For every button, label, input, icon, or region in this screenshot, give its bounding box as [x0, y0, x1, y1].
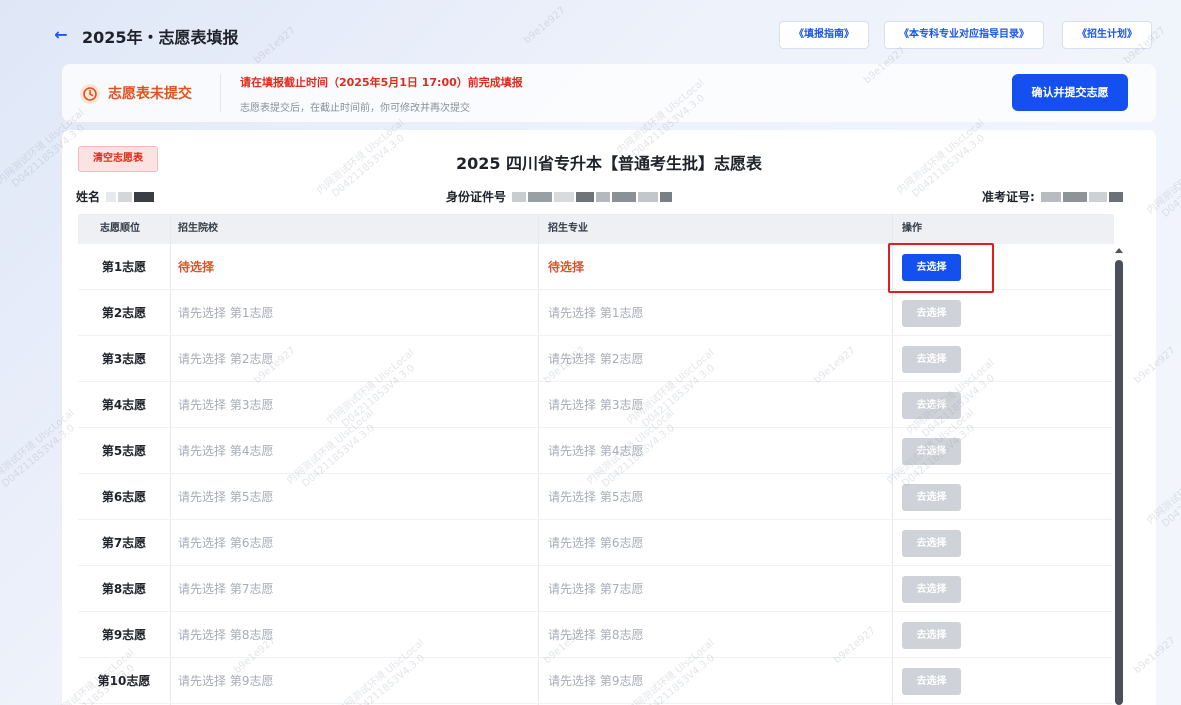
exam-number-label: 准考证号:: [982, 190, 1035, 204]
top-bar: ← 2025年・志愿表填报 《填报指南》 《本专科专业对应指导目录》 《招生计划…: [0, 0, 1181, 66]
page-title: 2025年・志愿表填报: [82, 28, 239, 47]
status-label: 志愿表未提交: [108, 86, 192, 102]
table-row: 第3志愿 请先选择 第2志愿 请先选择 第2志愿 去选择: [78, 336, 1114, 382]
major-cell: 待选择: [548, 260, 585, 274]
table-row: 第6志愿 请先选择 第5志愿 请先选择 第5志愿 去选择: [78, 474, 1114, 520]
submit-button[interactable]: 确认并提交志愿: [1012, 74, 1128, 111]
table-row: 第9志愿 请先选择 第8志愿 请先选择 第8志愿 去选择: [78, 612, 1114, 658]
table-row: 第2志愿 请先选择 第1志愿 请先选择 第1志愿 去选择: [78, 290, 1114, 336]
choose-button[interactable]: 去选择: [902, 668, 961, 695]
deadline-note: 志愿表提交后，在截止时间前，你可修改并再次提交: [240, 103, 470, 114]
guide-link[interactable]: 《填报指南》: [779, 21, 869, 49]
divider: [220, 74, 221, 112]
id-number-label: 身份证件号: [446, 190, 507, 204]
order-cell: 第9志愿: [101, 628, 147, 642]
major-cell: 请先选择 第8志愿: [548, 628, 644, 642]
order-cell: 第7志愿: [101, 536, 147, 550]
name-field: 姓名: [76, 188, 156, 205]
order-cell: 第10志愿: [97, 674, 151, 688]
redacted-name: [106, 191, 156, 202]
major-cell: 请先选择 第5志愿: [548, 490, 644, 504]
school-cell: 请先选择 第5志愿: [178, 490, 274, 504]
school-cell: 请先选择 第6志愿: [178, 536, 274, 550]
header-action: 操作: [902, 223, 922, 234]
school-cell: 请先选择 第7志愿: [178, 582, 274, 596]
school-cell: 请先选择 第8志愿: [178, 628, 274, 642]
choose-button[interactable]: 去选择: [902, 530, 961, 557]
major-cell: 请先选择 第4志愿: [548, 444, 644, 458]
highlight-annotation: [888, 243, 994, 293]
scroll-up-icon[interactable]: [1115, 248, 1123, 253]
application-form-card: 清空志愿表 2025 四川省专升本【普通考生批】志愿表 姓名 身份证件号 准考证…: [62, 130, 1156, 705]
table-row: 第10志愿 请先选择 第9志愿 请先选择 第9志愿 去选择: [78, 658, 1114, 704]
table-row: 第8志愿 请先选择 第7志愿 请先选择 第7志愿 去选择: [78, 566, 1114, 612]
watermark-line: D04211853V4.3.0: [1160, 462, 1181, 530]
order-cell: 第5志愿: [101, 444, 147, 458]
order-cell: 第8志愿: [101, 582, 147, 596]
table-header: 志愿顺位 招生院校 招生专业 操作: [78, 214, 1114, 244]
major-cell: 请先选择 第6志愿: [548, 536, 644, 550]
header-order: 志愿顺位: [100, 223, 140, 234]
table-row: 第7志愿 请先选择 第6志愿 请先选择 第6志愿 去选择: [78, 520, 1114, 566]
school-cell: 请先选择 第1志愿: [178, 306, 274, 320]
table-scrollbar[interactable]: [1112, 244, 1126, 705]
header-school: 招生院校: [178, 223, 218, 234]
table-row: 第5志愿 请先选择 第4志愿 请先选择 第4志愿 去选择: [78, 428, 1114, 474]
order-cell: 第3志愿: [101, 352, 147, 366]
watermark-line: D04211853V4.3.0: [1160, 152, 1181, 220]
major-catalog-link[interactable]: 《本专科专业对应指导目录》: [884, 21, 1044, 49]
arrow-left-icon[interactable]: ←: [52, 26, 70, 44]
order-cell: 第1志愿: [101, 260, 147, 274]
id-number-field: 身份证件号: [446, 188, 674, 205]
school-cell: 请先选择 第4志愿: [178, 444, 274, 458]
choose-button[interactable]: 去选择: [902, 438, 961, 465]
header-major: 招生专业: [548, 223, 588, 234]
major-cell: 请先选择 第3志愿: [548, 398, 644, 412]
major-cell: 请先选择 第2志愿: [548, 352, 644, 366]
school-cell: 请先选择 第3志愿: [178, 398, 274, 412]
order-cell: 第6志愿: [101, 490, 147, 504]
school-cell: 请先选择 第9志愿: [178, 674, 274, 688]
school-cell: 待选择: [178, 260, 215, 274]
form-title: 2025 四川省专升本【普通考生批】志愿表: [455, 154, 763, 173]
clock-icon: [80, 84, 100, 104]
major-cell: 请先选择 第7志愿: [548, 582, 644, 596]
table-row: 第4志愿 请先选择 第3志愿 请先选择 第3志愿 去选择: [78, 382, 1114, 428]
redacted-id-number: [512, 191, 674, 202]
choose-button[interactable]: 去选择: [902, 300, 961, 327]
order-cell: 第2志愿: [101, 306, 147, 320]
choose-button[interactable]: 去选择: [902, 622, 961, 649]
redacted-exam-number: [1040, 191, 1125, 202]
enrollment-plan-link[interactable]: 《招生计划》: [1062, 21, 1152, 49]
major-cell: 请先选择 第9志愿: [548, 674, 644, 688]
major-cell: 请先选择 第1志愿: [548, 306, 644, 320]
exam-number-field: 准考证号:: [982, 188, 1125, 205]
scroll-thumb[interactable]: [1115, 260, 1123, 705]
submission-status-card: 志愿表未提交 请在填报截止时间（2025年5月1日 17:00）前完成填报 志愿…: [62, 64, 1156, 122]
choose-button[interactable]: 去选择: [902, 346, 961, 373]
name-label: 姓名: [76, 190, 101, 204]
school-cell: 请先选择 第2志愿: [178, 352, 274, 366]
choose-button[interactable]: 去选择: [902, 484, 961, 511]
deadline-text: 请在填报截止时间（2025年5月1日 17:00）前完成填报: [240, 76, 523, 89]
order-cell: 第4志愿: [101, 398, 147, 412]
choose-button[interactable]: 去选择: [902, 392, 961, 419]
choose-button[interactable]: 去选择: [902, 576, 961, 603]
